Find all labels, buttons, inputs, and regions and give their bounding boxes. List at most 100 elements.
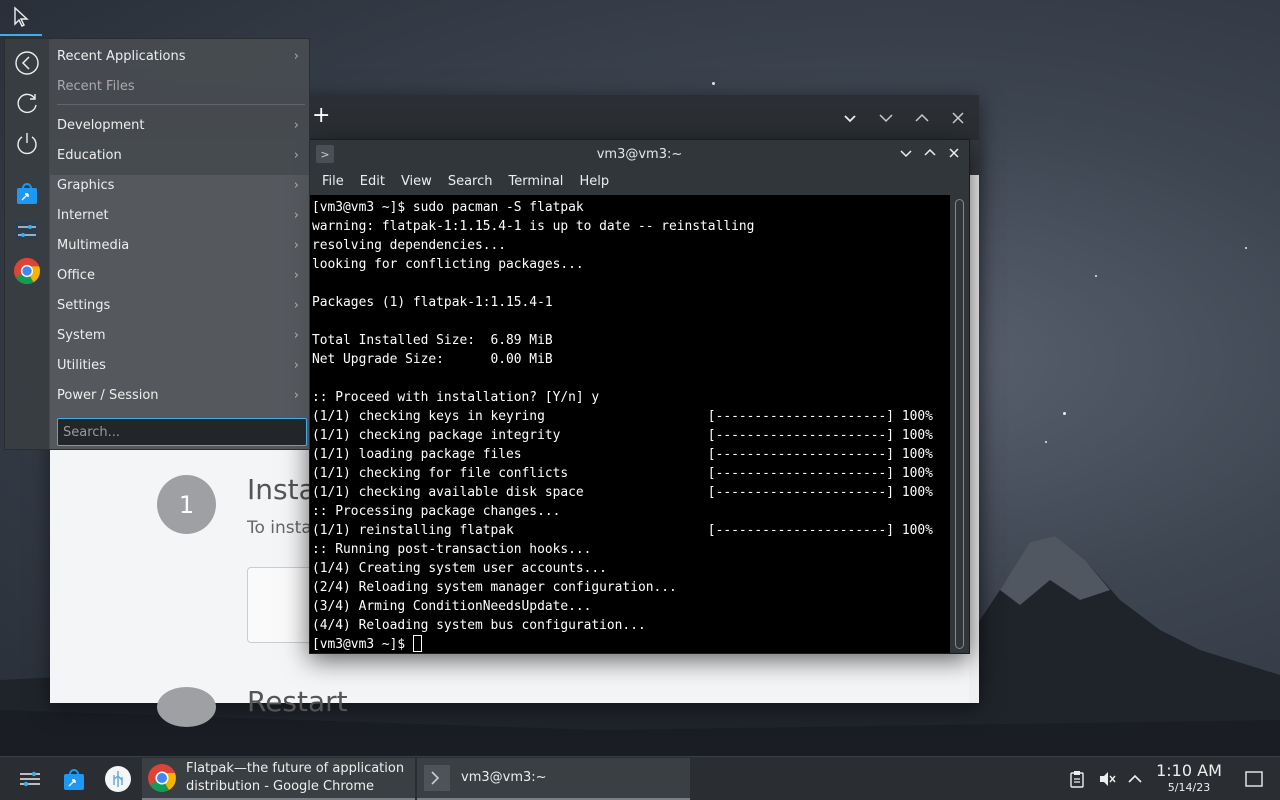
category-system[interactable]: System ›: [57, 321, 301, 349]
chevron-right-icon: ›: [293, 327, 299, 343]
terminal-line: (1/1) checking package integrity [------…: [312, 428, 933, 443]
category-settings[interactable]: Settings ›: [57, 291, 301, 319]
terminal-line: warning: flatpak-1:1.15.4-1 is up to dat…: [312, 219, 755, 234]
taskbar-task-konsole[interactable]: vm3@vm3:~: [417, 758, 690, 800]
category-multimedia[interactable]: Multimedia ›: [57, 231, 301, 259]
chrome-icon: [146, 762, 178, 794]
chevron-right-icon: ›: [293, 387, 299, 403]
system-settings-icon[interactable]: [13, 217, 41, 245]
clock-time: 1:10 AM: [1156, 761, 1222, 780]
terminal-line: (1/1) checking available disk space [---…: [312, 485, 933, 500]
terminal-line: (1/1) reinstalling flatpak [------------…: [312, 523, 933, 538]
minimize-button[interactable]: [875, 107, 897, 129]
category-education[interactable]: Education ›: [57, 141, 301, 169]
clock-date: 5/14/23: [1167, 781, 1211, 794]
chevron-right-icon: ›: [293, 48, 299, 64]
digital-clock[interactable]: 1:10 AM 5/14/23: [1152, 761, 1226, 795]
menu-divider: [57, 104, 305, 105]
back-icon[interactable]: [13, 49, 41, 77]
chevron-up-icon[interactable]: [1121, 765, 1149, 793]
terminal-line: looking for conflicting packages...: [312, 257, 584, 272]
text-cursor: [412, 635, 422, 652]
task-label: distribution - Google Chrome: [186, 779, 375, 794]
menu-file[interactable]: File: [314, 174, 352, 189]
category-utilities[interactable]: Utilities ›: [57, 351, 301, 379]
minimize-button[interactable]: [897, 144, 915, 162]
power-icon[interactable]: [13, 129, 41, 157]
refresh-icon[interactable]: [13, 89, 41, 117]
menu-view[interactable]: View: [393, 174, 440, 189]
chevron-right-icon: ›: [293, 267, 299, 283]
terminal-icon[interactable]: >: [316, 145, 334, 163]
terminal-line: :: Processing package changes...: [312, 504, 561, 519]
close-button[interactable]: [947, 107, 969, 129]
terminal-line: Net Upgrade Size: 0.00 MiB: [312, 352, 553, 367]
menu-edit[interactable]: Edit: [352, 174, 393, 189]
close-button[interactable]: [945, 144, 963, 162]
chevron-right-icon: ›: [293, 117, 299, 133]
terminal-line: [vm3@vm3 ~]$ sudo pacman -S flatpak: [312, 200, 584, 215]
discover-store-icon[interactable]: [13, 179, 41, 207]
command-box[interactable]: [247, 567, 317, 643]
launcher-search-input[interactable]: [57, 418, 307, 446]
application-launcher-menu: Recent Applications › Recent Files Develo…: [4, 38, 310, 450]
cursor-icon: [14, 6, 29, 27]
maximize-button[interactable]: [911, 107, 933, 129]
taskbar-task-chrome[interactable]: Flatpak—the future of application distri…: [142, 758, 415, 800]
terminal-prompt: [vm3@vm3 ~]$: [312, 637, 413, 652]
konsole-titlebar[interactable]: > vm3@vm3:~: [310, 140, 969, 168]
launcher-sidebar: [5, 39, 49, 449]
step-number-badge-2: [157, 687, 216, 727]
category-power-session[interactable]: Power / Session ›: [57, 381, 301, 409]
step-title: Insta: [247, 473, 316, 506]
chevron-right-icon: ›: [293, 357, 299, 373]
terminal-prompt-line[interactable]: [vm3@vm3 ~]$: [312, 635, 952, 654]
show-desktop-icon[interactable]: [1240, 765, 1268, 793]
terminal-line: (3/4) Arming ConditionNeedsUpdate...: [312, 599, 592, 614]
menu-help[interactable]: Help: [571, 174, 617, 189]
audio-muted-icon[interactable]: [1093, 765, 1121, 793]
category-recent-applications[interactable]: Recent Applications ›: [57, 42, 301, 70]
terminal-icon: [421, 762, 453, 794]
chevron-down-icon[interactable]: [839, 107, 861, 129]
menu-search[interactable]: Search: [440, 174, 501, 189]
category-internet[interactable]: Internet ›: [57, 201, 301, 229]
page-scrollbar[interactable]: [969, 175, 979, 703]
terminal-output[interactable]: [vm3@vm3 ~]$ sudo pacman -S flatpak warni…: [310, 195, 952, 653]
terminal-line: (4/4) Reloading system bus configuration…: [312, 618, 646, 633]
chevron-right-icon: ›: [293, 237, 299, 253]
konsole-menubar: File Edit View Search Terminal Help: [310, 168, 969, 195]
step-title-2: Restart: [247, 685, 348, 718]
category-recent-files[interactable]: Recent Files: [57, 72, 301, 100]
terminal-line: (2/4) Reloading system manager configura…: [312, 580, 677, 595]
konsole-window[interactable]: > vm3@vm3:~ File Edit View Search Termin…: [309, 139, 970, 654]
task-label: vm3@vm3:~: [461, 770, 547, 785]
chevron-right-icon: ›: [293, 177, 299, 193]
step-number-badge: 1: [157, 475, 216, 534]
category-graphics[interactable]: Graphics ›: [57, 171, 301, 199]
terminal-line: Packages (1) flatpak-1:1.15.4-1: [312, 295, 553, 310]
terminal-line: (1/1) checking for file conflicts [-----…: [312, 466, 933, 481]
taskbar: Flatpak—the future of application distri…: [0, 756, 1280, 800]
maximize-button[interactable]: [921, 144, 939, 162]
menu-terminal[interactable]: Terminal: [500, 174, 571, 189]
discover-store-icon[interactable]: [60, 765, 88, 793]
application-launcher-button[interactable]: [0, 0, 42, 36]
task-label: Flatpak—the future of application: [186, 761, 405, 776]
category-office[interactable]: Office ›: [57, 261, 301, 289]
category-development[interactable]: Development ›: [57, 111, 301, 139]
step-subtitle: To insta: [247, 518, 312, 538]
clipboard-icon[interactable]: [1063, 765, 1091, 793]
terminal-line: :: Proceed with installation? [Y/n] y: [312, 390, 600, 405]
chrome-icon[interactable]: [13, 257, 41, 285]
terminal-line: :: Running post-transaction hooks...: [312, 542, 592, 557]
kde-connect-icon[interactable]: [104, 765, 132, 793]
new-tab-button[interactable]: +: [312, 105, 330, 127]
terminal-line: resolving dependencies...: [312, 238, 507, 253]
system-settings-icon[interactable]: [16, 765, 44, 793]
chevron-right-icon: ›: [293, 297, 299, 313]
terminal-scrollbar[interactable]: [950, 195, 969, 653]
chevron-right-icon: ›: [293, 207, 299, 223]
